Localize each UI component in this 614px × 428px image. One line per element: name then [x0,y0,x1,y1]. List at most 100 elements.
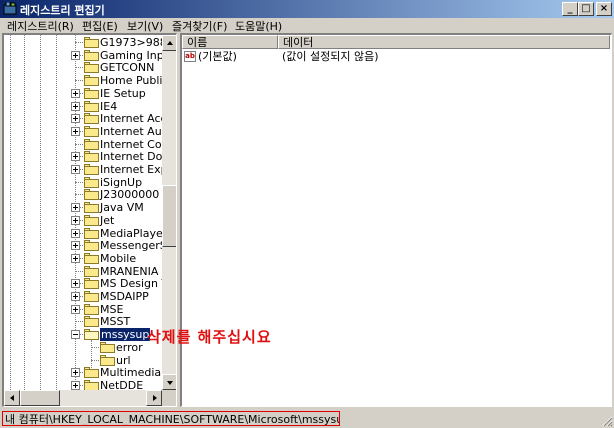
tree-item[interactable]: MSST [4,315,164,328]
folder-icon [84,278,99,290]
tree-item[interactable]: mssysup [4,327,164,343]
tree-item-label: MediaPlayer [100,226,168,240]
tree-item[interactable]: MSDAIPP [4,290,164,303]
tree-item[interactable]: MediaPlayer [4,226,168,240]
minimize-button[interactable]: _ [562,2,578,16]
tree-item[interactable]: Internet Conne [4,138,176,151]
folder-icon [84,75,99,87]
arrow-up-icon [167,41,173,45]
tree-item[interactable]: J23000000 [4,188,164,201]
value-list-pane[interactable]: 이름 데이터 ab (기본값) (값이 설정되지 않음) [180,33,612,407]
collapse-icon[interactable] [71,330,80,340]
expand-icon[interactable] [71,228,80,238]
tree-item[interactable]: MRANENIA [4,265,164,278]
folder-icon [84,37,99,48]
tree-item[interactable]: MessengerSe [4,239,173,252]
expand-icon[interactable] [71,114,80,124]
tree-item[interactable]: Mobile [4,252,164,265]
tree-item[interactable]: IE4 [4,100,164,113]
arrow-left-icon [10,395,14,401]
expand-icon[interactable] [71,304,80,314]
expand-icon[interactable] [71,101,80,111]
scroll-thumb-horizontal[interactable] [20,390,60,406]
folder-icon [84,138,99,150]
tree-item[interactable]: MSE [4,303,164,316]
column-header-data[interactable]: 데이터 [278,35,610,49]
tree-item[interactable]: iSignUp [4,176,164,189]
expand-icon[interactable] [71,165,80,174]
tree-item-label: MSST [100,315,131,329]
column-header-name[interactable]: 이름 [182,35,278,49]
expand-icon[interactable] [71,368,80,378]
tree-item[interactable]: Java VM [4,201,164,214]
expand-icon[interactable] [71,88,80,98]
tree-item-label: Jet [100,213,115,227]
expand-icon[interactable] [71,126,80,136]
scroll-right-button[interactable] [146,390,162,406]
tree-item[interactable]: G1973>988 [4,36,167,49]
tree-item[interactable]: GETCONN [4,61,164,74]
registry-editor-icon [3,2,17,15]
tree-item-label: url [116,353,131,367]
tree-item[interactable]: MS Design To [4,277,173,290]
tree-connector [75,80,83,82]
tree-connector [75,143,83,145]
tree-item-label: MSE [100,302,124,316]
expand-icon[interactable] [71,279,80,289]
tree-item[interactable]: Multimedia [4,366,164,379]
tree-connector [91,346,99,348]
maximize-button[interactable]: □ [578,2,594,16]
tree-item[interactable]: Internet Accou [4,112,176,125]
folder-icon [84,227,99,239]
tree-item[interactable]: Home Publish [4,74,175,87]
tree-item-label: mssysup [98,327,152,343]
value-name: (기본값) [198,50,237,63]
key-tree-pane[interactable]: G1973>988 Gaming Input GETCONN Home Publish… [2,33,177,407]
tree-item[interactable]: url [4,354,164,367]
tree-item[interactable]: Internet Domai [4,150,176,163]
tree-item[interactable]: Internet Audio [4,125,176,138]
folder-icon [84,316,99,328]
tree-item-label: Java VM [100,201,144,215]
expand-icon[interactable] [71,152,80,162]
delete-instruction-annotation: 삭제를 해주십시요 [147,328,272,346]
scroll-left-button[interactable] [4,390,20,406]
folder-icon [84,113,99,125]
tree-item[interactable]: Jet [4,214,164,227]
title-bar: 레지스트리 편집기 _ □ × [0,0,614,18]
folder-icon [100,354,115,366]
scroll-down-button[interactable] [162,374,176,390]
scroll-up-button[interactable] [162,35,176,51]
tree-item-label: Multimedia [100,366,162,380]
folder-icon [84,49,99,61]
tree-horizontal-scrollbar[interactable] [4,390,162,406]
resize-grip-icon[interactable] [601,415,613,427]
expand-icon[interactable] [71,380,80,390]
folder-icon [84,202,99,214]
expand-icon[interactable] [71,292,80,301]
tree-connector [75,181,83,183]
tree-item-label: MRANENIA [100,264,159,278]
tree-connector [75,321,83,323]
tree-item[interactable]: Gaming Input [4,49,175,62]
expand-icon[interactable] [71,203,80,213]
tree-connector [75,270,83,272]
expand-icon[interactable] [71,215,80,225]
scroll-corner [162,390,176,406]
folder-icon [84,125,99,137]
tree-item-label: iSignUp [100,175,143,189]
scroll-thumb[interactable] [162,185,176,247]
tree-item-label: IE4 [100,99,118,113]
expand-icon[interactable] [71,50,80,60]
tree-item[interactable]: error [4,341,164,354]
folder-icon [84,367,99,379]
expand-icon[interactable] [71,241,80,251]
expand-icon[interactable] [71,253,80,263]
close-button[interactable]: × [596,2,612,16]
tree-item[interactable]: Internet Explor [4,163,176,176]
folder-icon [100,341,115,353]
tree-item[interactable]: IE Setup [4,87,164,100]
folder-icon [84,303,99,315]
folder-icon [84,291,99,302]
value-row[interactable]: ab (기본값) (값이 설정되지 않음) [182,50,602,64]
